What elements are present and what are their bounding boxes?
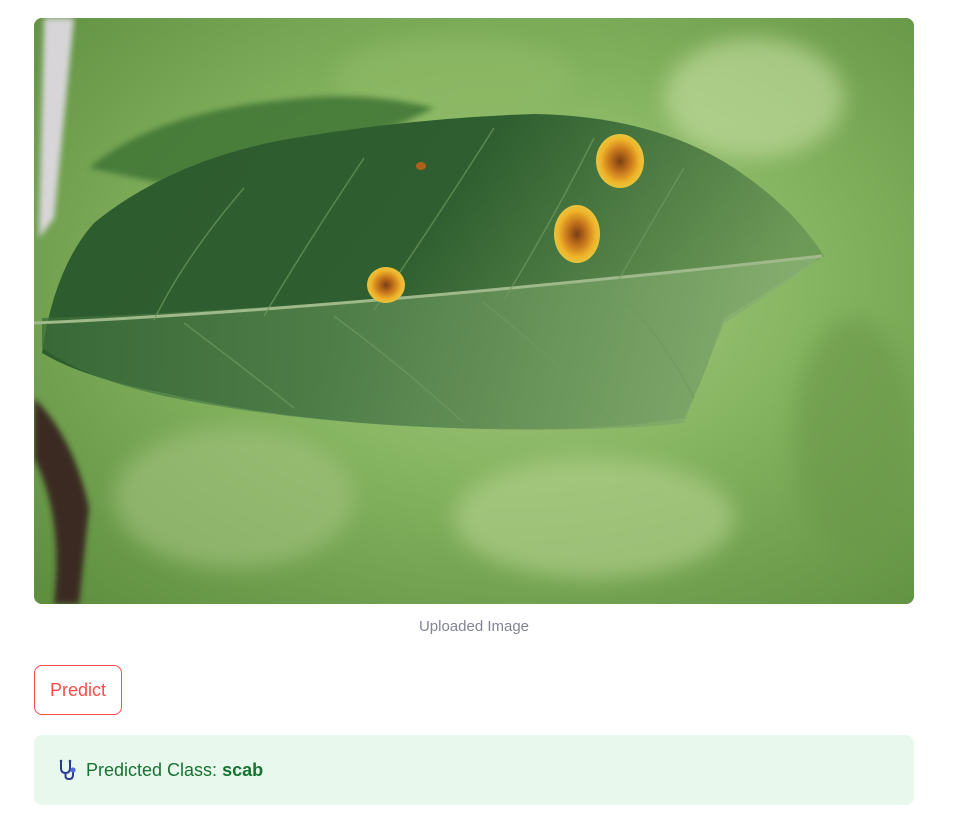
image-caption: Uploaded Image [418,618,530,635]
prediction-result-alert: Predicted Class: scab [34,735,914,805]
uploaded-image [34,18,914,604]
result-value: scab [222,759,264,780]
predict-button[interactable]: Predict [34,665,123,715]
stethoscope-icon [56,758,80,782]
app-main: Uploaded Image Predict Predicted Class: … [0,0,977,836]
result-label: Predicted Class: [86,759,218,780]
leaf-photo [34,18,914,604]
